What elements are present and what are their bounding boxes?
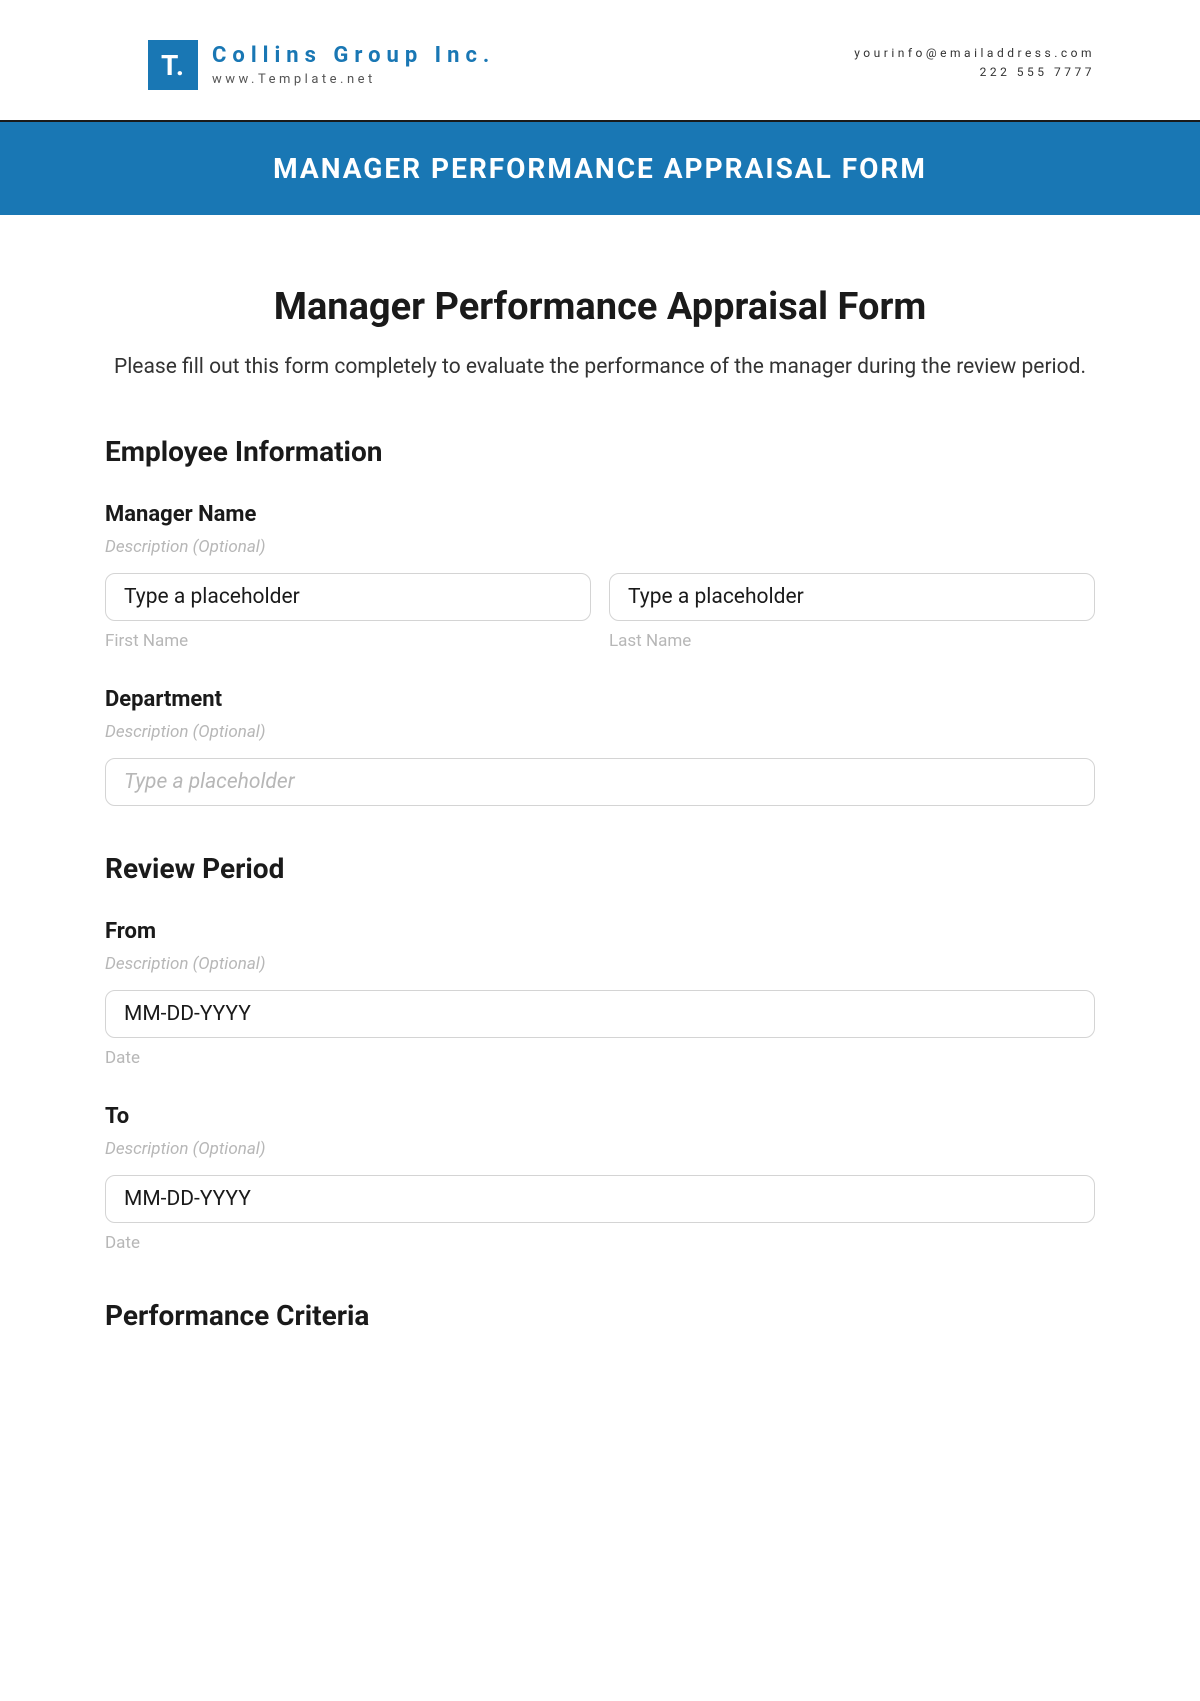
form-intro: Please fill out this form completely to … [105, 351, 1095, 385]
divider-line: MANAGER PERFORMANCE APPRAISAL FORM [0, 120, 1200, 215]
to-date-input[interactable] [105, 1175, 1095, 1223]
from-date-input[interactable] [105, 990, 1095, 1038]
contact-phone: 222 555 7777 [854, 63, 1095, 82]
field-department: Department Description (Optional) [105, 687, 1095, 806]
website-url: www.Template.net [212, 72, 495, 87]
company-name: Collins Group Inc. [212, 43, 495, 68]
desc-to: Description (Optional) [105, 1139, 1095, 1159]
first-name-input[interactable] [105, 573, 591, 621]
department-input[interactable] [105, 758, 1095, 806]
contact-block: yourinfo@emailaddress.com 222 555 7777 [854, 44, 1095, 82]
last-name-input[interactable] [609, 573, 1095, 621]
sublabel-from-date: Date [105, 1048, 1095, 1068]
section-employee-info: Employee Information [105, 435, 1095, 468]
banner-title: MANAGER PERFORMANCE APPRAISAL FORM [0, 122, 1200, 215]
field-to-date: To Description (Optional) Date [105, 1104, 1095, 1253]
label-manager-name: Manager Name [105, 502, 1095, 527]
label-from: From [105, 919, 1095, 944]
desc-department: Description (Optional) [105, 722, 1095, 742]
desc-from: Description (Optional) [105, 954, 1095, 974]
contact-email: yourinfo@emailaddress.com [854, 44, 1095, 63]
section-review-period: Review Period [105, 852, 1095, 885]
form-content: Manager Performance Appraisal Form Pleas… [0, 215, 1200, 1406]
brand-text: Collins Group Inc. www.Template.net [212, 43, 495, 87]
field-manager-name: Manager Name Description (Optional) Firs… [105, 502, 1095, 651]
label-to: To [105, 1104, 1095, 1129]
form-title: Manager Performance Appraisal Form [105, 285, 1095, 329]
sublabel-last-name: Last Name [609, 631, 1095, 651]
label-department: Department [105, 687, 1095, 712]
section-performance-criteria: Performance Criteria [105, 1299, 1095, 1332]
sublabel-first-name: First Name [105, 631, 591, 651]
sublabel-to-date: Date [105, 1233, 1095, 1253]
brand-block: T. Collins Group Inc. www.Template.net [148, 40, 495, 90]
letterhead: T. Collins Group Inc. www.Template.net y… [0, 0, 1200, 120]
desc-manager-name: Description (Optional) [105, 537, 1095, 557]
logo-icon: T. [148, 40, 198, 90]
field-from-date: From Description (Optional) Date [105, 919, 1095, 1068]
